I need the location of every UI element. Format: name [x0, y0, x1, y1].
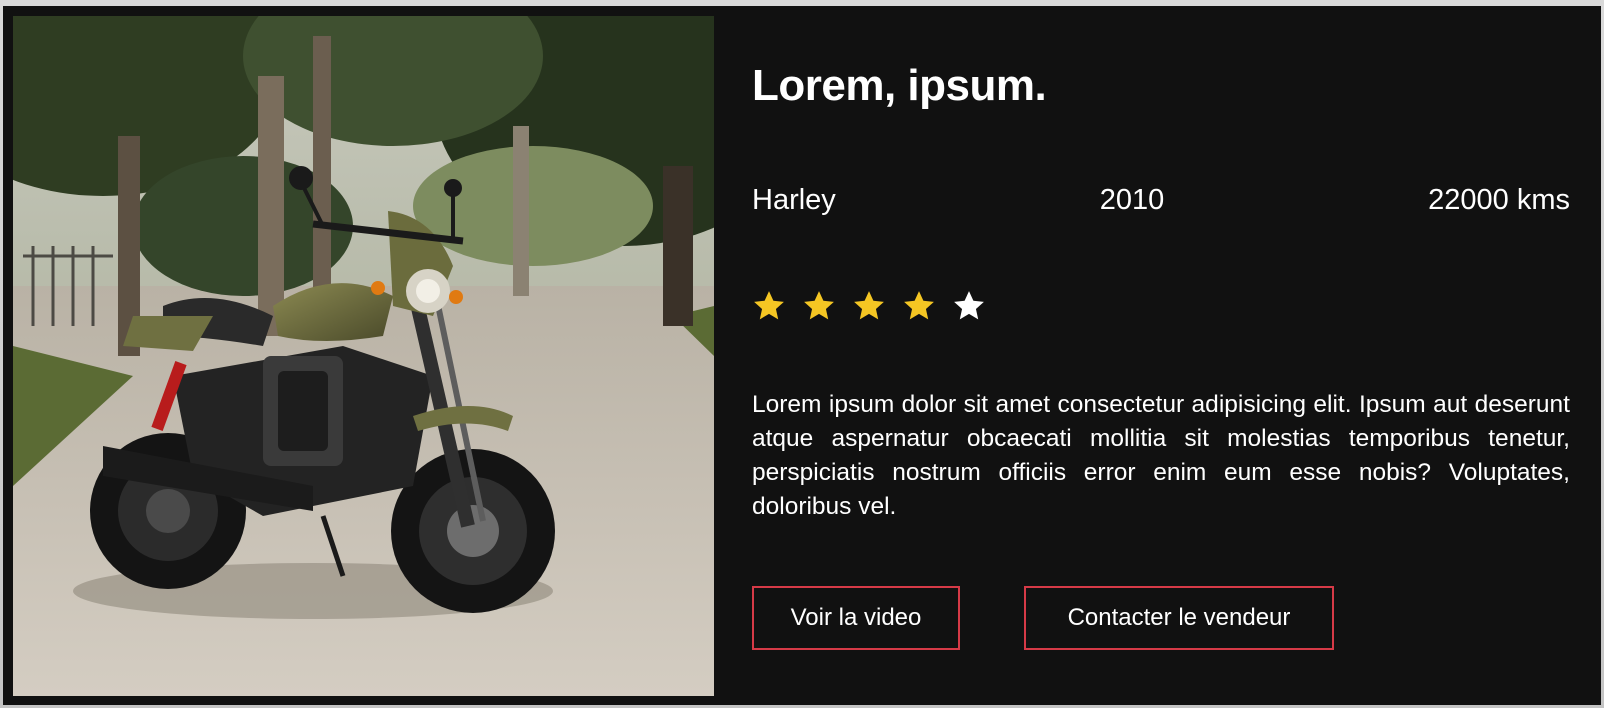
star-filled-icon: [804, 291, 834, 320]
listing-info: Lorem, ipsum. Harley 2010 22000 kms Lore…: [752, 6, 1570, 705]
listing-description: Lorem ipsum dolor sit amet consectetur a…: [752, 391, 1570, 520]
star-filled-icon: [904, 291, 934, 320]
window-frame: Lorem, ipsum. Harley 2010 22000 kms Lore…: [0, 0, 1604, 708]
star-empty-icon: [954, 291, 984, 320]
motorcycle-photo-illustration: [13, 16, 714, 696]
star-filled-icon: [854, 291, 884, 320]
listing-card: Lorem, ipsum. Harley 2010 22000 kms Lore…: [3, 6, 1601, 705]
watch-video-button[interactable]: Voir la video: [752, 586, 960, 650]
mileage-value: 22000 kms: [1428, 184, 1570, 216]
rating-stars: [752, 289, 986, 323]
motorcycle-photo: [13, 16, 714, 696]
brand-value: Harley: [752, 184, 836, 216]
star-filled-icon: [754, 291, 784, 320]
listing-title: Lorem, ipsum.: [752, 61, 1047, 110]
year-value: 2010: [1099, 184, 1165, 216]
contact-seller-button[interactable]: Contacter le vendeur: [1024, 586, 1334, 650]
specs-row: Harley 2010 22000 kms: [752, 180, 1570, 220]
